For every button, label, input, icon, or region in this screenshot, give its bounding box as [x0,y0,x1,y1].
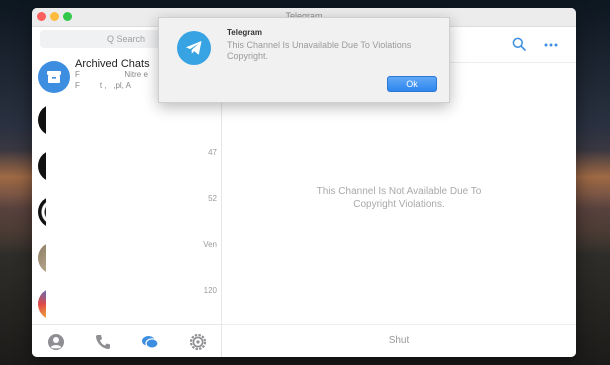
channel-unavailable-message: This Channel Is Not Available Due To Cop… [222,185,576,211]
settings-icon[interactable] [189,333,207,351]
alert-message-line-1: This Channel Is Unavailable Due To Viola… [227,40,412,50]
chat-time: 120 [203,286,217,295]
bottom-tab-bar [32,324,222,357]
message-line-2: Copyright Violations. [353,199,445,210]
calls-icon[interactable] [94,333,112,351]
alert-title: Telegram [227,28,262,37]
shut-button[interactable]: Shut [222,335,576,346]
alert-dialog: Telegram This Channel Is Unavailable Due… [158,17,450,103]
chat-time: Ven [203,240,217,249]
chat-time: 47 [208,148,217,157]
ok-button[interactable]: Ok [387,76,437,92]
alert-message-line-2: Copyright. [227,51,269,61]
message-line-1: This Channel Is Not Available Due To [316,186,482,197]
chats-icon[interactable] [141,333,159,351]
chat-time: 52 [208,194,217,203]
more-options-icon[interactable] [544,38,558,57]
contacts-icon[interactable] [47,333,65,351]
archive-icon [38,61,70,93]
alert-message: This Channel Is Unavailable Due To Viola… [227,40,437,62]
telegram-logo-icon [177,31,211,65]
search-icon[interactable] [512,37,526,56]
chat-footer: Shut [222,324,576,357]
archived-chats-preview: F Nitre e F t , ,pl, A [75,70,148,90]
chat-list-redaction [46,102,202,345]
